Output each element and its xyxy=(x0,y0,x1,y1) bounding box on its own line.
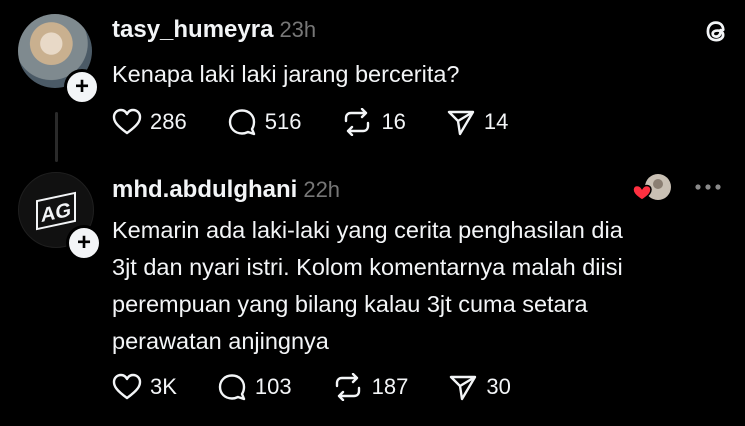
reply-button[interactable]: 103 xyxy=(217,373,292,401)
share-count: 14 xyxy=(483,109,509,134)
share-button[interactable]: 14 xyxy=(446,108,508,136)
post-author[interactable]: mhd.abdulghani 22h xyxy=(112,176,340,204)
thread-post-1: + tasy_humeyra 23h Kenapa laki laki jaran… xyxy=(0,0,745,162)
post-time: 23h xyxy=(279,17,317,42)
post-text-line: perawatan anjingnya xyxy=(112,328,329,354)
reply-count: 103 xyxy=(254,374,292,399)
share-count: 30 xyxy=(486,374,511,399)
action-bar: 286 516 16 14 xyxy=(112,108,548,136)
heart-icon xyxy=(632,184,652,201)
heart-icon xyxy=(112,108,142,135)
repost-count: 16 xyxy=(381,109,406,134)
follow-plus-button[interactable]: + xyxy=(66,225,102,261)
reply-count: 516 xyxy=(264,109,302,134)
like-count: 286 xyxy=(150,109,187,134)
repost-icon xyxy=(335,373,360,401)
like-button[interactable]: 286 xyxy=(112,108,187,136)
repost-button[interactable]: 187 xyxy=(332,373,409,401)
like-button[interactable]: 3K xyxy=(112,373,177,401)
heart-icon xyxy=(112,373,142,400)
reply-button[interactable]: 516 xyxy=(227,108,302,136)
post-text-line: perempuan yang bilang kalau 3jt cuma set… xyxy=(112,291,588,317)
send-icon xyxy=(450,375,477,401)
more-icon[interactable] xyxy=(695,184,701,190)
username-text[interactable]: tasy_humeyra xyxy=(112,16,273,43)
thread-connector-line xyxy=(55,112,58,162)
post-text: Kemarin ada laki-laki yang cerita pengha… xyxy=(112,212,712,360)
comment-icon xyxy=(228,109,255,136)
follow-plus-button[interactable]: + xyxy=(64,69,100,105)
post-author[interactable]: tasy_humeyra 23h xyxy=(112,16,316,44)
repost-button[interactable]: 16 xyxy=(341,108,406,136)
send-icon xyxy=(447,110,475,136)
post-text: Kenapa laki laki jarang bercerita? xyxy=(112,61,460,87)
threads-logo-icon[interactable] xyxy=(699,14,733,48)
share-button[interactable]: 30 xyxy=(448,373,511,401)
post-text-line: Kemarin ada laki-laki yang cerita pengha… xyxy=(112,217,623,243)
repost-icon xyxy=(345,108,370,136)
action-bar: 3K 103 187 30 xyxy=(112,373,551,401)
comment-icon xyxy=(218,374,246,401)
repost-count: 187 xyxy=(371,374,409,399)
like-count: 3K xyxy=(150,374,177,399)
reaction-indicator[interactable] xyxy=(630,172,740,206)
post-time: 22h xyxy=(303,177,341,202)
username-text[interactable]: mhd.abdulghani xyxy=(112,176,297,203)
post-text-line: 3jt dan nyari istri. Kolom komentarnya m… xyxy=(112,254,623,280)
